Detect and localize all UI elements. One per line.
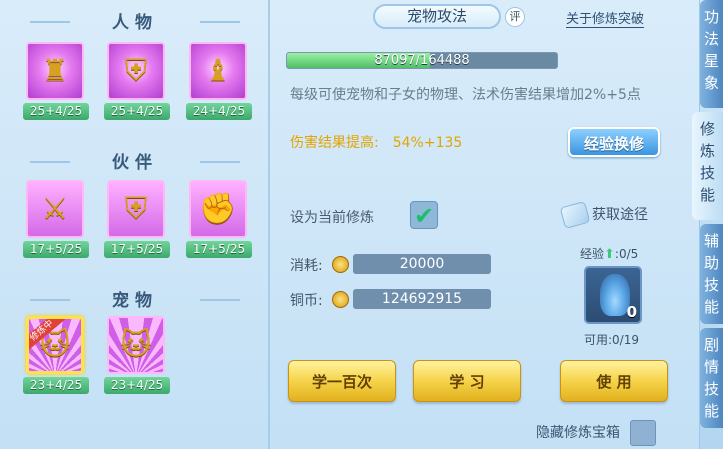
rate-badge[interactable]: 评: [505, 7, 525, 27]
progress-text: 87097/164488: [374, 53, 470, 68]
tiger-sword-icon: ⚔: [26, 180, 84, 238]
copper-label: 铜币:: [290, 293, 323, 309]
tiger-fist-icon: ✊: [189, 180, 247, 238]
effect-line: 伤害结果提高: 54%+135: [290, 132, 462, 152]
character-slot-1[interactable]: ♜ 25+4/25: [23, 42, 89, 120]
exp-item-slot[interactable]: 0: [584, 266, 642, 324]
golden-shield-armor-icon: ⛨: [107, 42, 165, 100]
skill-description: 每级可使宠物和子女的物理、法术伤害结果增加2%+5点: [290, 87, 641, 103]
partner-slot-1[interactable]: ⚔ 17+5/25: [23, 180, 89, 258]
level-label: 24+4/25: [186, 103, 252, 120]
side-tabs: 功法星象 修炼技能 辅助技能 剧情技能: [692, 0, 723, 449]
cultivation-panel: 人物 ♜ 25+4/25 ⛨ 25+4/25 ♝ 24+4/25 伙伴 ⚔ 17…: [0, 0, 700, 449]
level-label: 25+4/25: [104, 103, 170, 120]
effect-label: 伤害结果提高:: [290, 135, 379, 151]
set-current-label: 设为当前修炼: [290, 210, 374, 226]
character-slot-2[interactable]: ⛨ 25+4/25: [104, 42, 170, 120]
exp-progress-bar: 87097/164488: [286, 52, 558, 69]
cost-label: 消耗:: [290, 258, 323, 274]
usable-count: 可用:0/19: [584, 333, 639, 347]
checkmark-icon: ✔: [413, 202, 435, 230]
cost-value: 20000: [353, 254, 491, 274]
tab-assist-skill[interactable]: 辅助技能: [700, 224, 723, 324]
arrow-up-icon: ⬆: [604, 247, 615, 262]
exp-item-label: 经验⬆:0/5: [580, 245, 638, 262]
about-breakthrough-link[interactable]: 关于修炼突破: [566, 8, 645, 28]
pet-slot-2[interactable]: 🐱 23+4/25: [104, 316, 170, 394]
tiger-shield-icon: ⛨: [107, 180, 165, 238]
level-label: 25+4/25: [23, 103, 89, 120]
exp-count: :0/5: [614, 247, 639, 261]
set-current-checkbox[interactable]: ✔: [410, 201, 438, 230]
section-title-partner: 伙伴: [0, 148, 270, 173]
learn-button[interactable]: 学 习: [413, 360, 521, 402]
level-label: 17+5/25: [23, 241, 89, 258]
copper-value: 124692915: [353, 289, 491, 309]
level-label: 23+4/25: [23, 377, 89, 394]
skill-title-tag: 宠物攻法: [373, 4, 501, 29]
exp-item-quantity: 0: [626, 303, 637, 321]
hide-chest-toggle[interactable]: 隐藏修炼宝箱: [536, 420, 656, 446]
learn-hundred-button[interactable]: 学一百次: [288, 360, 396, 402]
blue-vase-icon: [600, 274, 630, 316]
acquire-link[interactable]: 获取途径: [559, 201, 648, 229]
golden-armor-figure-icon: ♜: [26, 42, 84, 100]
golden-warrior-statue-icon: ♝: [189, 42, 247, 100]
effect-value: 54%+135: [392, 135, 463, 151]
partner-slot-2[interactable]: ⛨ 17+5/25: [104, 180, 170, 258]
coin-icon: [332, 256, 349, 273]
acquire-label: 获取途径: [592, 207, 648, 223]
use-button[interactable]: 使 用: [560, 360, 668, 402]
hide-chest-checkbox[interactable]: [630, 420, 656, 446]
exp-label-text: 经验: [580, 247, 605, 261]
partner-slot-3[interactable]: ✊ 17+5/25: [186, 180, 252, 258]
section-title-character: 人物: [0, 8, 270, 33]
level-label: 23+4/25: [104, 377, 170, 394]
skill-category-column: 人物 ♜ 25+4/25 ⛨ 25+4/25 ♝ 24+4/25 伙伴 ⚔ 17…: [0, 0, 270, 449]
exp-swap-button[interactable]: 经验换修: [568, 127, 660, 157]
level-label: 17+5/25: [186, 241, 252, 258]
hide-chest-label: 隐藏修炼宝箱: [536, 425, 620, 441]
section-title-pet: 宠物: [0, 286, 270, 311]
golden-cat-icon: 🐱 修炼中: [26, 316, 84, 374]
tab-cultivation[interactable]: 修炼技能: [692, 112, 723, 220]
pet-slot-1[interactable]: 🐱 修炼中 23+4/25: [23, 316, 89, 394]
character-slot-3[interactable]: ♝ 24+4/25: [186, 42, 252, 120]
tab-skill-constellation[interactable]: 功法星象: [700, 0, 723, 108]
tab-story-skill[interactable]: 剧情技能: [700, 328, 723, 428]
golden-cat-shield-icon: 🐱: [107, 316, 165, 374]
coin-icon: [332, 291, 349, 308]
gem-icon: [559, 201, 591, 229]
level-label: 17+5/25: [104, 241, 170, 258]
